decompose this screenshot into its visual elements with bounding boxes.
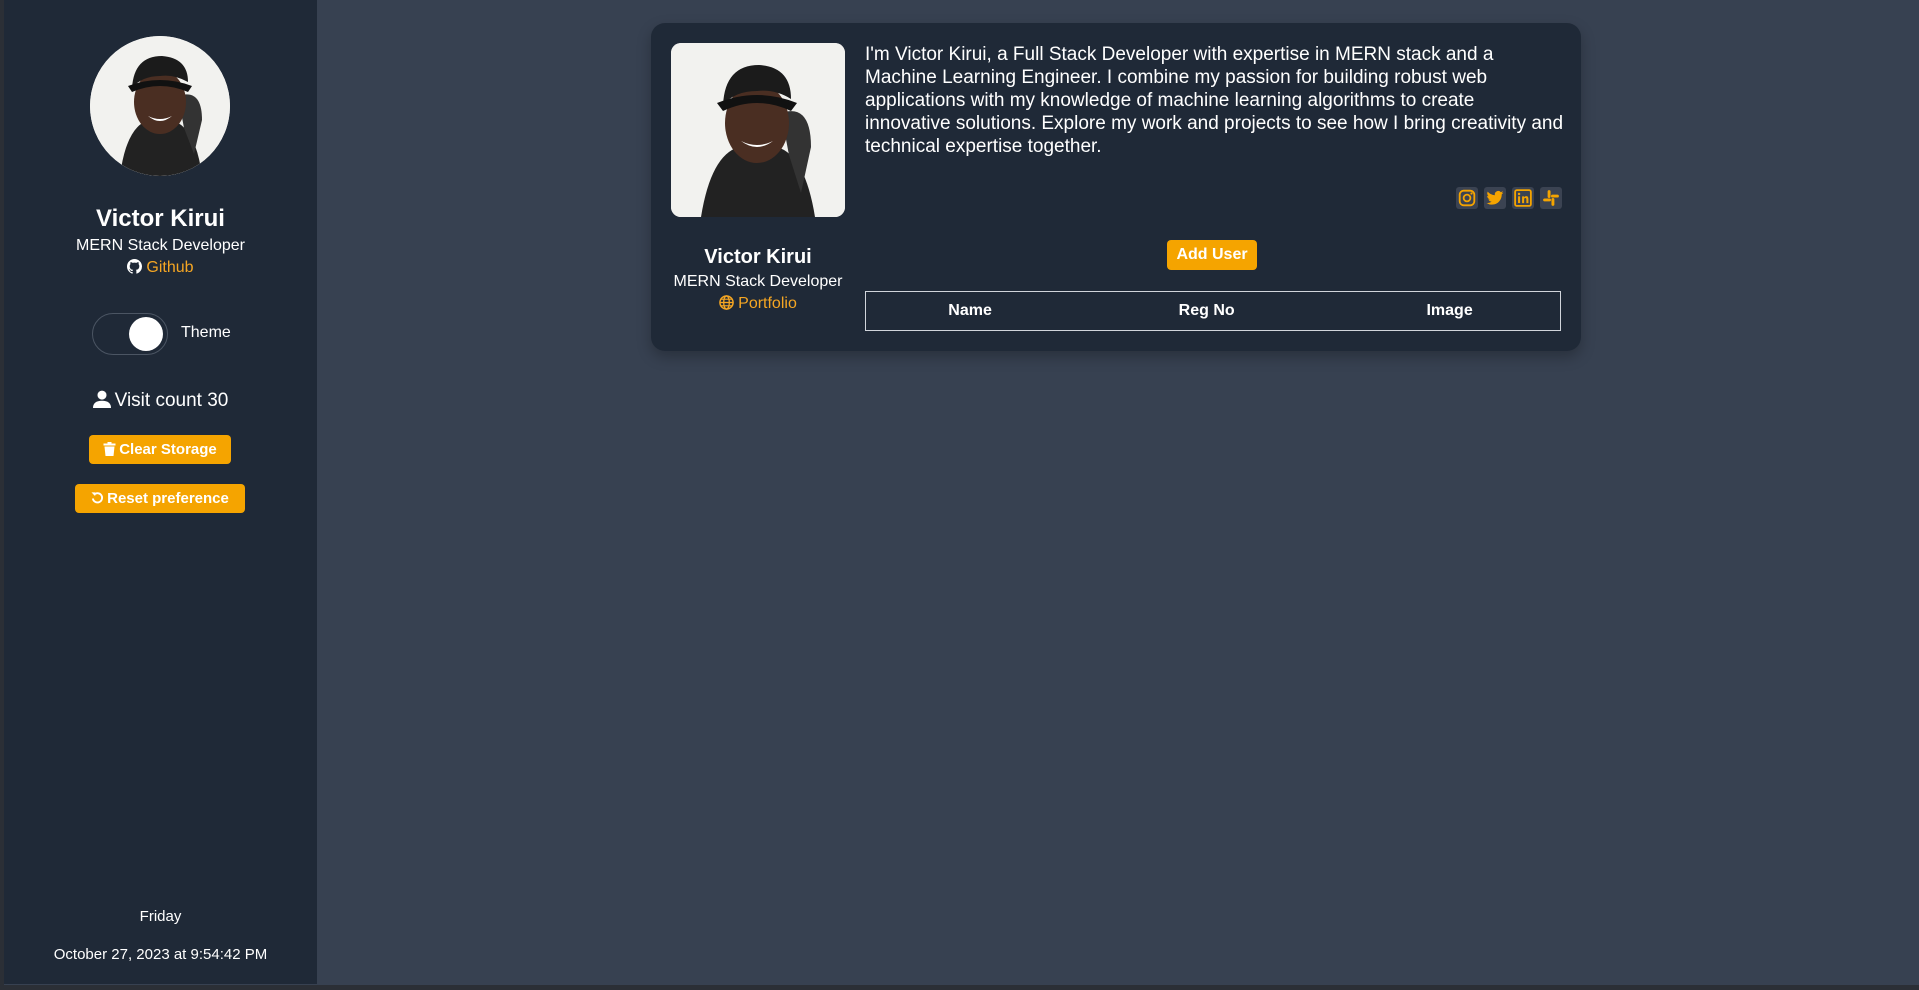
sidebar-datetime: October 27, 2023 at 9:54:42 PM	[53, 946, 268, 963]
card-name: Victor Kirui	[704, 246, 812, 268]
profile-photo	[671, 43, 845, 217]
instagram-icon[interactable]	[1456, 187, 1478, 209]
column-header-reg-no: Reg No	[1178, 302, 1235, 319]
github-link[interactable]: Github	[4, 259, 317, 277]
reset-preference-button[interactable]: Reset preference	[75, 484, 245, 513]
bio-text: I'm Victor Kirui, a Full Stack Developer…	[865, 44, 1564, 157]
reset-preference-label: Reset preference	[107, 490, 229, 507]
add-user-button[interactable]: Add User	[1167, 240, 1257, 270]
sidebar: Victor Kirui MERN Stack Developer Github…	[4, 0, 317, 984]
window-frame-bottom	[0, 985, 1919, 990]
column-header-image: Image	[1426, 302, 1473, 319]
clear-storage-button[interactable]: Clear Storage	[89, 435, 231, 464]
trash-icon	[103, 437, 116, 456]
github-label: Github	[146, 259, 194, 276]
visit-count-label: Visit count	[114, 390, 202, 411]
theme-toggle-knob	[129, 317, 163, 351]
card-role: MERN Stack Developer	[673, 273, 843, 290]
column-header-name: Name	[948, 302, 992, 319]
theme-label: Theme	[181, 324, 231, 341]
theme-toggle[interactable]	[92, 313, 168, 355]
slack-icon[interactable]	[1540, 187, 1562, 209]
sidebar-avatar	[90, 36, 230, 176]
twitter-icon[interactable]	[1484, 187, 1506, 209]
users-table: Name Reg No Image	[865, 291, 1561, 331]
sidebar-name: Victor Kirui	[96, 205, 225, 232]
globe-icon	[719, 295, 734, 310]
github-icon	[127, 259, 143, 274]
sidebar-day: Friday	[139, 908, 182, 925]
user-icon	[92, 390, 111, 408]
undo-icon	[91, 486, 104, 504]
visit-count-value: 30	[207, 390, 229, 411]
visit-count: Visit count 30	[4, 390, 317, 412]
linkedin-icon[interactable]	[1512, 187, 1534, 209]
profile-card: Victor Kirui MERN Stack Developer Portfo…	[651, 23, 1581, 351]
table-header-row: Name Reg No Image	[866, 292, 1561, 331]
clear-storage-label: Clear Storage	[119, 441, 217, 458]
portfolio-label: Portfolio	[738, 295, 797, 312]
portfolio-link[interactable]: Portfolio	[651, 295, 865, 313]
social-links	[1456, 187, 1562, 209]
sidebar-role: MERN Stack Developer	[76, 237, 245, 254]
